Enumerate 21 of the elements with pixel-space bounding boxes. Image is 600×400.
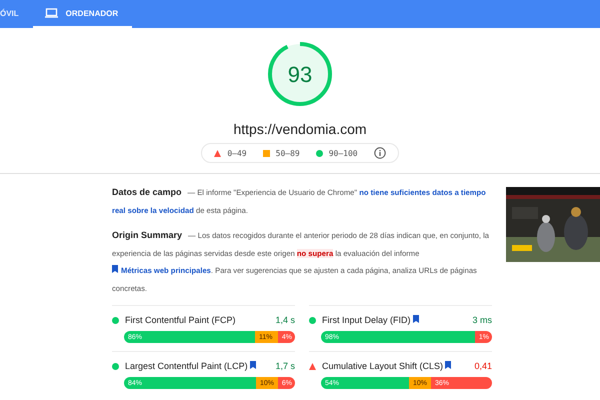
metric-value: 0,41: [474, 361, 492, 371]
legend-label: 0–49: [227, 148, 247, 158]
metric-name: First Input Delay (FID): [322, 315, 472, 325]
bookmark-icon[interactable]: [445, 361, 452, 369]
tab[interactable]: ÓVIL: [0, 0, 33, 28]
page-url: https://vendomia.com: [233, 121, 367, 137]
score-value: 93: [288, 62, 312, 87]
tab[interactable]: ORDENADOR: [32, 0, 132, 28]
metric-name: First Contentful Paint (FCP): [125, 315, 237, 325]
metric-value: 1,4 s: [275, 315, 295, 325]
laptop-icon: [44, 8, 58, 18]
legend-label: 90–100: [328, 148, 358, 158]
metric-value: 3 ms: [472, 315, 492, 325]
metric-name: Cumulative Layout Shift (CLS): [322, 361, 474, 371]
legend-label: 50–89: [276, 148, 300, 158]
metric-value: 1,7 s: [275, 361, 295, 371]
bookmark-icon: [112, 265, 118, 273]
bookmark-icon[interactable]: [412, 315, 419, 323]
metric-name: Largest Contentful Paint (LCP): [125, 361, 276, 371]
info-icon[interactable]: [374, 147, 386, 159]
bookmark-icon[interactable]: [250, 361, 256, 369]
